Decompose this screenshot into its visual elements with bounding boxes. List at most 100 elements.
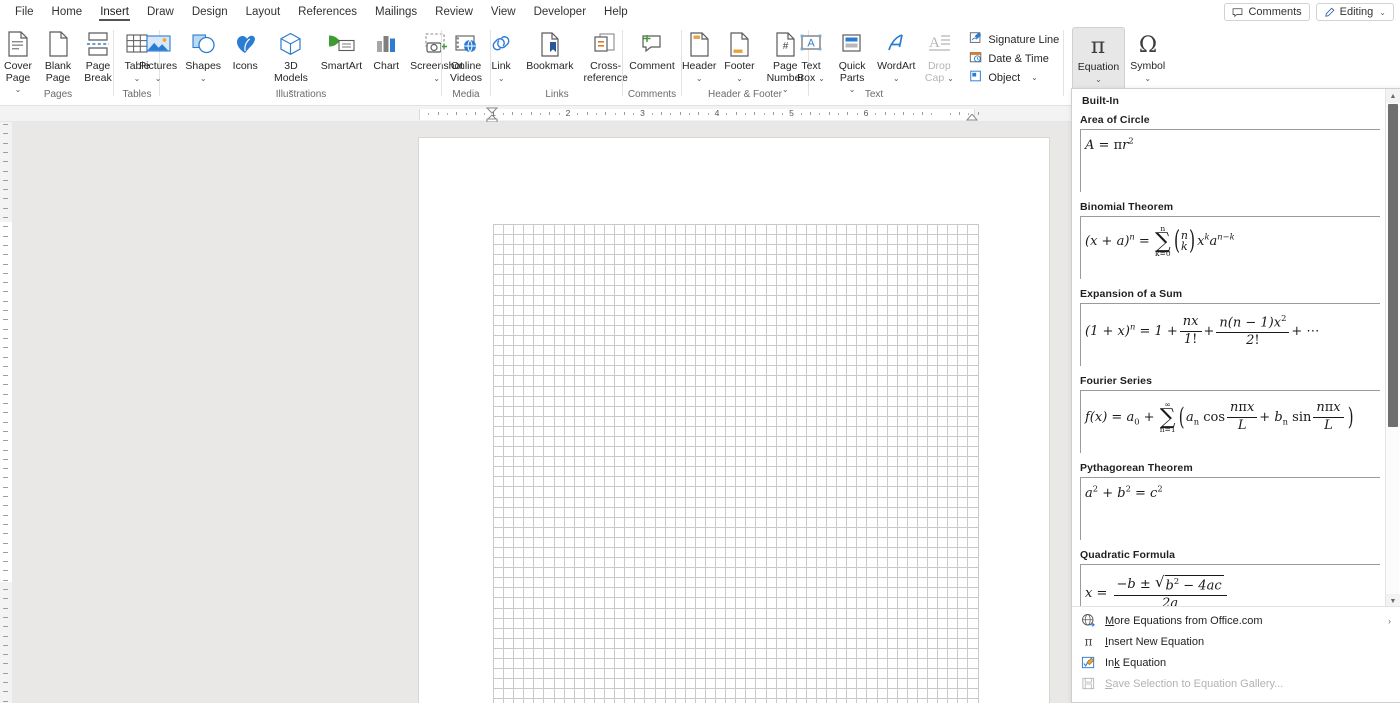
table-cell[interactable]	[553, 557, 565, 569]
table-cell[interactable]	[513, 496, 525, 508]
table-cell[interactable]	[674, 324, 686, 337]
table-cell[interactable]	[937, 587, 949, 599]
table-cell[interactable]	[815, 405, 828, 417]
table-cell[interactable]	[836, 415, 848, 427]
table-cell[interactable]	[644, 617, 656, 629]
table-cell[interactable]	[795, 637, 807, 649]
table-cell[interactable]	[624, 647, 636, 660]
table-cell[interactable]	[694, 395, 706, 407]
table-cell[interactable]	[866, 314, 878, 326]
table-cell[interactable]	[573, 637, 585, 649]
table-cell[interactable]	[553, 597, 565, 609]
table-cell[interactable]	[957, 324, 969, 337]
table-cell[interactable]	[967, 698, 979, 703]
table-cell[interactable]	[513, 294, 525, 306]
table-cell[interactable]	[836, 688, 848, 700]
table-cell[interactable]	[906, 587, 918, 599]
table-cell[interactable]	[624, 536, 636, 549]
table-cell[interactable]	[947, 577, 959, 589]
table-cell[interactable]	[543, 324, 555, 337]
table-cell[interactable]	[795, 577, 807, 589]
table-cell[interactable]	[624, 314, 636, 326]
table-cell[interactable]	[967, 435, 979, 448]
table-cell[interactable]	[503, 526, 515, 538]
table-cell[interactable]	[725, 486, 737, 498]
table-cell[interactable]	[886, 304, 898, 316]
table-cell[interactable]	[775, 274, 787, 286]
table-cell[interactable]	[896, 264, 908, 276]
table-cell[interactable]	[704, 324, 717, 337]
table-cell[interactable]	[644, 234, 656, 246]
table-cell[interactable]	[866, 355, 878, 367]
table-cell[interactable]	[523, 698, 535, 703]
gallery-item-pythagorean-theorem[interactable]: Pythagorean Theorem a2 + b2 = c2	[1080, 462, 1380, 540]
table-cell[interactable]	[513, 466, 525, 478]
document-workspace[interactable]	[12, 122, 1070, 703]
table-cell[interactable]	[775, 223, 787, 236]
table-cell[interactable]	[725, 234, 737, 246]
table-cell[interactable]	[513, 658, 525, 670]
table-cell[interactable]	[846, 223, 858, 236]
table-cell[interactable]	[805, 627, 818, 639]
table-cell[interactable]	[553, 294, 565, 306]
table-cell[interactable]	[755, 557, 767, 569]
table-cell[interactable]	[674, 476, 686, 488]
table-cell[interactable]	[674, 223, 686, 236]
table-cell[interactable]	[957, 496, 969, 508]
table-cell[interactable]	[916, 526, 929, 538]
table-cell[interactable]	[815, 607, 828, 619]
table-cell[interactable]	[634, 678, 646, 690]
table-cell[interactable]	[765, 294, 777, 306]
table-cell[interactable]	[553, 385, 565, 397]
table-cell[interactable]	[735, 425, 747, 437]
table-row[interactable]	[492, 647, 979, 660]
table-cell[interactable]	[815, 456, 828, 468]
table-cell[interactable]	[593, 607, 606, 619]
table-cell[interactable]	[927, 284, 939, 296]
table-cell[interactable]	[876, 284, 888, 296]
table-cell[interactable]	[543, 284, 555, 296]
table-cell[interactable]	[735, 456, 747, 468]
table-cell[interactable]	[906, 425, 918, 437]
table-cell[interactable]	[906, 678, 918, 690]
table-row[interactable]	[492, 234, 979, 246]
table-cell[interactable]	[815, 526, 828, 538]
table-cell[interactable]	[745, 244, 757, 256]
table-cell[interactable]	[836, 678, 848, 690]
table-cell[interactable]	[826, 587, 838, 599]
table-row[interactable]	[492, 597, 979, 609]
table-cell[interactable]	[725, 345, 737, 357]
table-cell[interactable]	[664, 254, 676, 266]
table-cell[interactable]	[533, 476, 545, 488]
table-cell[interactable]	[765, 516, 777, 528]
table-cell[interactable]	[937, 294, 949, 306]
table-cell[interactable]	[735, 294, 747, 306]
table-cell[interactable]	[634, 688, 646, 700]
table-cell[interactable]	[614, 456, 626, 468]
table-cell[interactable]	[795, 355, 807, 367]
table-cell[interactable]	[704, 304, 717, 316]
table-cell[interactable]	[694, 647, 706, 660]
table-cell[interactable]	[927, 688, 939, 700]
table-cell[interactable]	[876, 304, 888, 316]
table-cell[interactable]	[896, 647, 908, 660]
table-cell[interactable]	[644, 668, 656, 680]
table-cell[interactable]	[604, 627, 616, 639]
table-cell[interactable]	[937, 546, 949, 559]
table-cell[interactable]	[775, 698, 787, 703]
table-cell[interactable]	[826, 244, 838, 256]
table-cell[interactable]	[826, 486, 838, 498]
table-cell[interactable]	[785, 395, 797, 407]
table-cell[interactable]	[745, 395, 757, 407]
table-cell[interactable]	[927, 658, 939, 670]
table-cell[interactable]	[543, 345, 555, 357]
table-cell[interactable]	[967, 335, 979, 347]
table-cell[interactable]	[957, 536, 969, 549]
table-cell[interactable]	[624, 587, 636, 599]
table-cell[interactable]	[916, 345, 929, 357]
table-cell[interactable]	[573, 668, 585, 680]
table-cell[interactable]	[906, 365, 918, 377]
table-cell[interactable]	[906, 557, 918, 569]
table-cell[interactable]	[725, 284, 737, 296]
table-cell[interactable]	[614, 627, 626, 639]
